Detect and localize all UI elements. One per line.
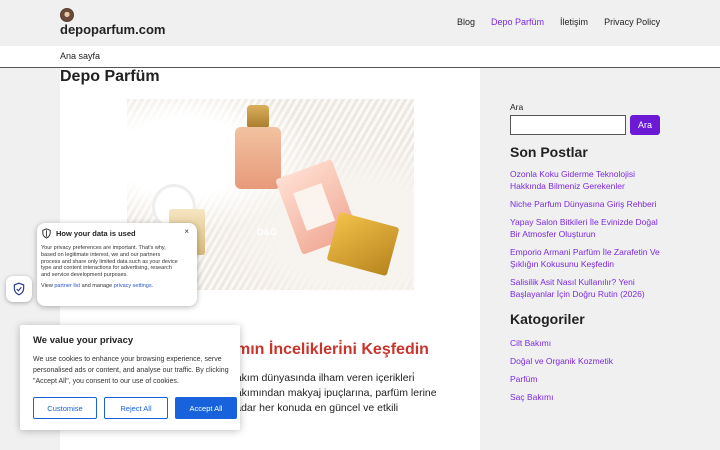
reject-all-button[interactable]: Reject All xyxy=(104,397,168,419)
main-nav: Blog Depo Parfüm İletişim Privacy Policy xyxy=(457,17,676,27)
list-item: Niche Parfum Dünyasına Giriş Rehberi xyxy=(510,198,670,210)
footer-text: View xyxy=(41,282,53,289)
search-input[interactable] xyxy=(510,115,626,135)
article-excerpt: bakım dünyasında ilham veren içerikleri̇… xyxy=(230,372,437,414)
list-item: Salisilik Asit Nasıl Kullanılır? Yeni Ba… xyxy=(510,276,670,300)
page-title: Depo Parfüm xyxy=(60,68,160,85)
cookie-text: We use cookies to enhance your browsing … xyxy=(33,356,229,385)
privacy-popup: How your data is used × Your privacy pre… xyxy=(37,223,197,306)
footer-text: and manage xyxy=(81,282,113,289)
list-item: Cilt Bakımı xyxy=(510,337,613,349)
dg-logo: D&G xyxy=(257,227,277,237)
recent-posts-title: Son Postlar xyxy=(510,144,588,160)
nav-privacy-policy[interactable]: Privacy Policy xyxy=(604,17,660,27)
nav-blog[interactable]: Blog xyxy=(457,17,475,27)
category-link[interactable]: Saç Bakımı xyxy=(510,392,553,402)
list-item: Emporio Armani Parfüm İle Zarafetin Ve Ş… xyxy=(510,246,670,270)
list-item: Yapay Salon Bitkileri İle Evinizde Doğal… xyxy=(510,216,670,240)
privacy-popup-footer: View partner list and manage privacy set… xyxy=(41,283,193,289)
privacy-settings-link[interactable]: privacy settings xyxy=(114,283,152,289)
list-item: Saç Bakımı xyxy=(510,391,613,403)
list-item: Doğal ve Organik Kozmetik xyxy=(510,355,613,367)
list-item: Parfüm xyxy=(510,373,613,385)
breadcrumb-home[interactable]: Ana sayfa xyxy=(60,51,100,61)
recent-post-link[interactable]: Ozonla Koku Giderme Teknolojisi Hakkında… xyxy=(510,169,635,191)
search-label: Ara xyxy=(510,102,524,112)
article-heading[interactable]: mın İncelikleri̇ni Keşfedin xyxy=(236,341,429,359)
sidebar: Ara Ara Son Postlar Ozonla Koku Giderme … xyxy=(480,68,720,450)
site-title[interactable]: depoparfum.com xyxy=(60,22,165,37)
cookie-banner: We value your privacy We use cookies to … xyxy=(20,325,240,430)
recent-post-link[interactable]: Emporio Armani Parfüm İle Zarafetin Ve Ş… xyxy=(510,247,660,269)
accept-all-button[interactable]: Accept All xyxy=(175,397,237,419)
recent-post-link[interactable]: Niche Parfum Dünyasına Giriş Rehberi xyxy=(510,199,656,209)
recent-post-link[interactable]: Salisilik Asit Nasıl Kullanılır? Yeni Ba… xyxy=(510,277,645,299)
nav-depo-parfum[interactable]: Depo Parfüm xyxy=(491,17,544,27)
peach-bottle xyxy=(235,127,281,189)
shield-icon xyxy=(42,228,51,239)
recent-posts-list: Ozonla Koku Giderme Teknolojisi Hakkında… xyxy=(510,168,670,306)
partner-list-link[interactable]: partner list xyxy=(54,283,80,289)
close-icon[interactable]: × xyxy=(184,227,189,236)
categories-title: Katogoriler xyxy=(510,311,585,327)
square-gold-bottle xyxy=(326,211,400,277)
category-link[interactable]: Doğal ve Organik Kozmetik xyxy=(510,356,613,366)
breadcrumb: Ana sayfa xyxy=(0,46,720,68)
list-item: Ozonla Koku Giderme Teknolojisi Hakkında… xyxy=(510,168,670,192)
perfume-logo-icon[interactable] xyxy=(60,8,74,22)
nav-iletisim[interactable]: İletişim xyxy=(560,17,588,27)
category-link[interactable]: Parfüm xyxy=(510,374,537,384)
privacy-popup-header: How your data is used xyxy=(41,228,193,239)
privacy-shield-button[interactable] xyxy=(6,276,32,302)
customise-button[interactable]: Customise xyxy=(33,397,97,419)
categories-list: Cilt Bakımı Doğal ve Organik Kozmetik Pa… xyxy=(510,337,613,409)
category-link[interactable]: Cilt Bakımı xyxy=(510,338,551,348)
privacy-popup-title: How your data is used xyxy=(56,229,136,238)
search-button[interactable]: Ara xyxy=(630,115,660,135)
site-header: depoparfum.com Blog Depo Parfüm İletişim… xyxy=(0,0,720,46)
honeycomb-cap xyxy=(247,105,269,129)
footer-text: . xyxy=(151,282,154,289)
recent-post-link[interactable]: Yapay Salon Bitkileri İle Evinizde Doğal… xyxy=(510,217,658,239)
cookie-title: We value your privacy xyxy=(33,335,134,346)
privacy-popup-text: Your privacy preferences are important. … xyxy=(41,245,178,279)
shield-check-icon xyxy=(13,282,25,296)
cookie-buttons: Customise Reject All Accept All xyxy=(33,397,244,419)
